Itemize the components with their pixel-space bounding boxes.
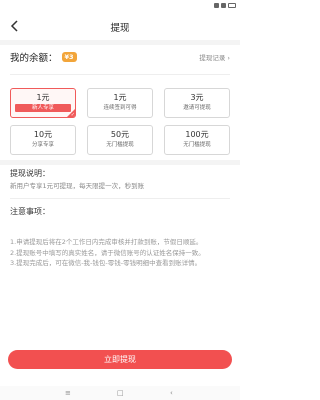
option-amount: 10元 — [33, 130, 53, 139]
option-desc: 分享专享 — [31, 142, 54, 148]
instructions-title: 提现说明： — [10, 169, 50, 178]
record-link-label: 提现记录 — [199, 54, 226, 62]
option-amount: 3元 — [190, 93, 204, 102]
header: 提现 — [0, 14, 240, 40]
option-desc: 无门槛提现 — [106, 142, 134, 148]
option-desc: 无门槛提现 — [183, 142, 211, 148]
option-desc: 新人专享 — [15, 104, 71, 112]
system-nav-bar: ≡ □ ‹ — [0, 386, 240, 400]
option-desc: 邀请可提现 — [183, 105, 211, 111]
amount-option-50[interactable]: 50元 无门槛提现 — [87, 125, 153, 155]
notes-list: 1.申请提现后将在2个工作日内完成审核并打款到账，节假日顺延。 2.提现账号中填… — [10, 237, 230, 269]
divider — [10, 198, 230, 199]
instructions-text: 新用户专享1元可提现，每天限提一次，秒到账 — [10, 182, 145, 190]
wifi-icon — [221, 3, 226, 8]
amount-option-1-newuser[interactable]: 1元 新人专享 ✓ — [10, 88, 76, 118]
notes-title: 注意事项： — [10, 207, 50, 216]
amount-option-100[interactable]: 100元 无门槛提现 — [164, 125, 230, 155]
note-item: 2.提现账号中填写的真实姓名，请于微信账号的认证姓名保持一致。 — [10, 248, 205, 257]
battery-icon — [228, 3, 236, 8]
withdraw-submit-button[interactable]: 立即提现 — [8, 350, 232, 369]
note-item: 1.申请提现后将在2个工作日内完成审核并打款到账，节假日顺延。 — [10, 238, 203, 246]
note-item: 3.提现完成后，可在微信-我-钱包-零钱-零钱明细中查看到账详情。 — [10, 259, 202, 267]
home-icon[interactable]: □ — [117, 388, 124, 398]
amount-option-1-signin[interactable]: 1元 连续签到可得 — [87, 88, 153, 118]
chevron-right-icon: › — [227, 54, 230, 62]
option-amount: 1元 — [113, 93, 127, 102]
amount-option-10[interactable]: 10元 分享专享 — [10, 125, 76, 155]
balance-label: 我的余额： — [10, 53, 58, 64]
page-title: 提现 — [110, 23, 130, 34]
back-icon[interactable]: ‹ — [170, 388, 173, 398]
check-icon: ✓ — [70, 112, 75, 118]
option-desc: 连续签到可得 — [103, 105, 137, 111]
option-amount: 100元 — [185, 130, 209, 139]
option-amount: 50元 — [110, 130, 130, 139]
withdraw-record-link[interactable]: 提现记录 › — [199, 52, 230, 62]
section-divider — [0, 40, 240, 45]
option-amount: 1元 — [36, 93, 50, 102]
divider — [10, 74, 230, 75]
menu-icon[interactable]: ≡ — [65, 388, 71, 398]
signal-icon — [214, 3, 219, 8]
section-divider — [0, 160, 240, 165]
amount-option-3[interactable]: 3元 邀请可提现 — [164, 88, 230, 118]
status-bar — [0, 0, 240, 14]
coin-badge: ¥3 — [61, 52, 77, 62]
balance-row: 我的余额： ¥3 — [10, 50, 77, 64]
status-icons — [214, 3, 236, 8]
